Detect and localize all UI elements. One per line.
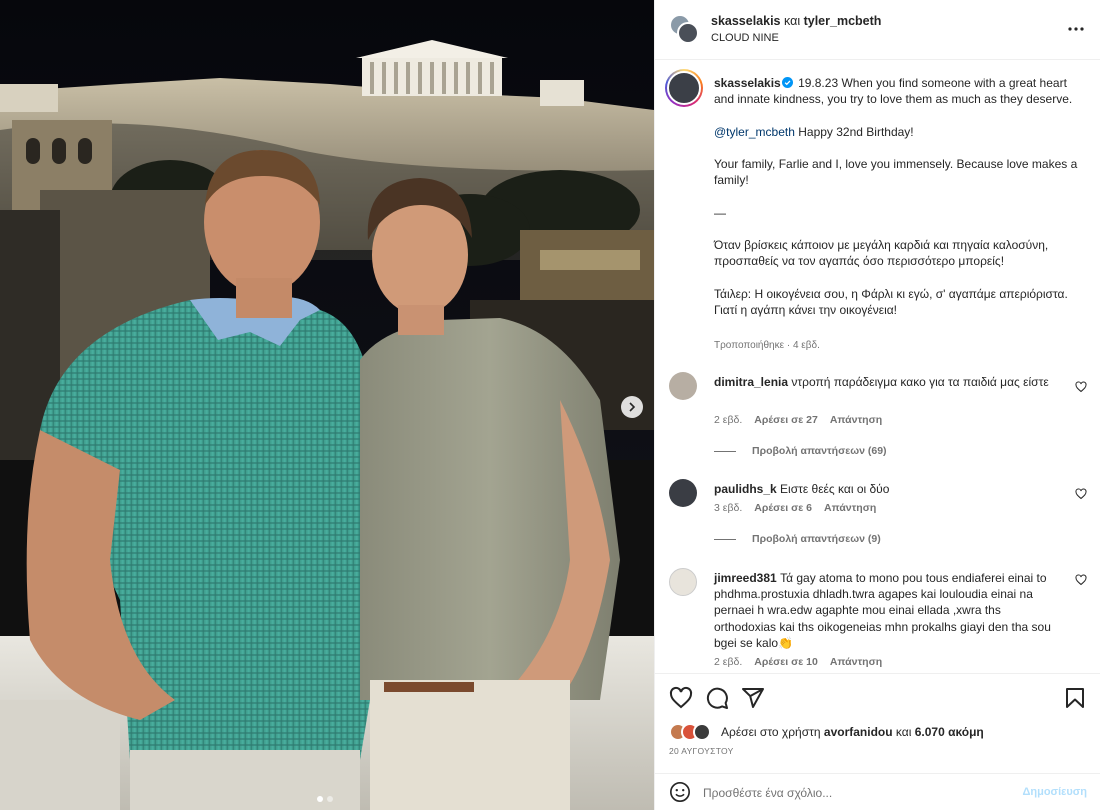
comment-body: Ειστε θεές και οι δύο: [780, 482, 890, 496]
view-replies-label: Προβολή απαντήσεων (69): [752, 445, 887, 457]
and-label: και: [784, 14, 801, 28]
comment-meta: 2 εβδ. Αρέσει σε 10 Απάντηση: [714, 656, 882, 668]
comment-meta: 3 εβδ. Αρέσει σε 6 Απάντηση: [714, 502, 876, 514]
avatar: [693, 723, 711, 741]
caption-line: Όταν βρίσκεις κάποιον με μεγάλη καρδιά κ…: [714, 237, 1049, 269]
post-panel: skasselakis και tyler_mcbeth CLOUD NINE …: [654, 0, 1100, 810]
view-replies-label: Προβολή απαντήσεων (9): [752, 533, 881, 545]
likes-count[interactable]: 6.070 ακόμη: [915, 725, 984, 739]
emoji-icon[interactable]: [669, 781, 691, 803]
comment-like-icon[interactable]: [1075, 488, 1087, 500]
bookmark-icon[interactable]: [1063, 686, 1087, 710]
comment-input[interactable]: [703, 783, 1003, 803]
location-link[interactable]: CLOUD NINE: [711, 32, 779, 44]
commenter-username[interactable]: paulidhs_k: [714, 482, 777, 496]
commenter-avatar[interactable]: [669, 568, 697, 596]
carousel-dots: [317, 796, 333, 802]
caption-username[interactable]: skasselakis: [714, 76, 781, 90]
view-replies-button[interactable]: Προβολή απαντήσεων (9): [714, 533, 881, 545]
comment-text: jimreed381 Τά gay atoma to mono pou tous…: [714, 570, 1066, 651]
reply-button[interactable]: Απάντηση: [830, 414, 882, 426]
commenter-username[interactable]: dimitra_lenia: [714, 375, 788, 389]
comment-meta: 2 εβδ. Αρέσει σε 27 Απάντηση: [714, 414, 882, 426]
commenter-avatar[interactable]: [669, 479, 697, 507]
post-caption: skasselakis 19.8.23 When you find someon…: [714, 75, 1086, 318]
caption-line: Τάιλερ: Η οικογένεια σου, η Φάρλι κι εγώ…: [714, 286, 1068, 317]
likes-prefix: Αρέσει στο χρήστη: [721, 725, 821, 739]
photo-scene: [0, 0, 654, 810]
caption-line: Your family, Farlie and I, love you imme…: [714, 156, 1078, 188]
comment-body: ντροπή παράδειγμα κακο για τα παιδιά μας…: [791, 375, 1049, 389]
comment-time[interactable]: 2 εβδ.: [714, 656, 742, 668]
comment-text: dimitra_lenia ντροπή παράδειγμα κακο για…: [714, 374, 1066, 390]
post-date[interactable]: 20 ΑΥΓΟΥΣΤΟΥ: [669, 746, 734, 756]
comments-section[interactable]: skasselakis 19.8.23 When you find someon…: [655, 61, 1100, 673]
comment-likes[interactable]: Αρέσει σε 6: [754, 502, 812, 514]
post-authors: skasselakis και tyler_mcbeth: [711, 14, 881, 28]
comment-text: paulidhs_k Ειστε θεές και οι δύο: [714, 481, 1066, 497]
commenter-username[interactable]: jimreed381: [714, 571, 777, 585]
next-photo-button[interactable]: [621, 396, 643, 418]
post-header: skasselakis και tyler_mcbeth CLOUD NINE: [655, 0, 1100, 60]
post-comment-button[interactable]: Δημοσίευση: [1022, 786, 1087, 798]
carousel-dot: [327, 796, 333, 802]
view-replies-button[interactable]: Προβολή απαντήσεων (69): [714, 445, 887, 457]
reply-button[interactable]: Απάντηση: [830, 656, 882, 668]
comment-likes[interactable]: Αρέσει σε 27: [754, 414, 818, 426]
caption-line: —: [714, 205, 726, 220]
coauthor-username[interactable]: tyler_mcbeth: [804, 14, 882, 28]
caption-line: Happy 32nd Birthday!: [798, 124, 914, 139]
edited-label: Τροποποιήθηκε · 4 εβδ.: [714, 340, 820, 351]
collab-avatars[interactable]: [669, 14, 699, 44]
liker-username[interactable]: avorfanidou: [824, 725, 893, 739]
comment-like-icon[interactable]: [1075, 574, 1087, 586]
mention-link[interactable]: @tyler_mcbeth: [714, 125, 795, 139]
likes-summary: Αρέσει στο χρήστη avorfanidou και 6.070 …: [669, 723, 984, 741]
author-username[interactable]: skasselakis: [711, 14, 781, 28]
reply-button[interactable]: Απάντηση: [824, 502, 876, 514]
post-photo[interactable]: [0, 0, 654, 810]
comment-like-icon[interactable]: [1075, 381, 1087, 393]
liker-avatars: [669, 723, 715, 741]
comment-time[interactable]: 2 εβδ.: [714, 414, 742, 426]
add-comment-bar: Δημοσίευση: [655, 773, 1100, 810]
chevron-right-icon: [629, 402, 636, 412]
avatar: [677, 22, 699, 44]
commenter-avatar[interactable]: [669, 372, 697, 400]
share-icon[interactable]: [741, 686, 765, 710]
author-avatar[interactable]: [665, 69, 703, 107]
verified-badge-icon: [781, 77, 793, 88]
heart-icon[interactable]: [669, 686, 693, 710]
more-icon[interactable]: [1067, 22, 1085, 36]
likes-conj: και: [895, 725, 912, 739]
carousel-dot-active: [317, 796, 323, 802]
comment-likes[interactable]: Αρέσει σε 10: [754, 656, 818, 668]
comment-time[interactable]: 3 εβδ.: [714, 502, 742, 514]
post-actions: Αρέσει στο χρήστη avorfanidou και 6.070 …: [655, 673, 1100, 765]
comment-icon[interactable]: [705, 686, 729, 710]
